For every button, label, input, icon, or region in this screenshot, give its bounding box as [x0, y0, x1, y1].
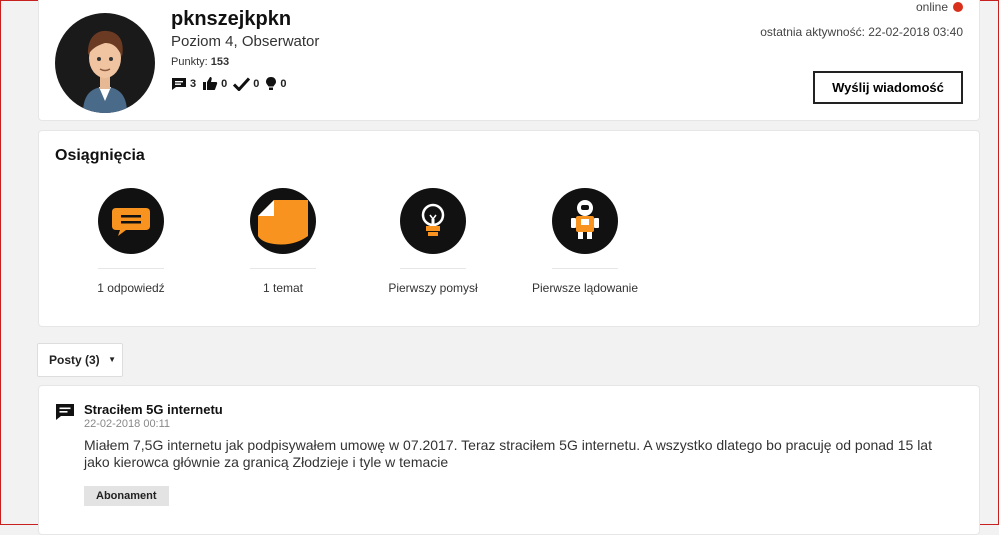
achievement-item[interactable]: Pierwszy pomysł — [353, 188, 513, 295]
post-tag[interactable]: Abonament — [84, 486, 169, 506]
speech-bubble-icon — [98, 188, 164, 254]
achievement-label: Pierwsze lądowanie — [531, 281, 639, 295]
stat-replies-count: 3 — [190, 77, 197, 90]
achievement-divider — [98, 268, 164, 269]
status-dot-icon — [953, 2, 963, 12]
comment-icon — [172, 77, 186, 90]
posts-filter-label: Posty (3) — [49, 353, 100, 367]
stat-likes: 0 — [202, 76, 227, 91]
lightbulb-icon — [400, 188, 466, 254]
astronaut-icon — [552, 188, 618, 254]
post-date: 22-02-2018 00:11 — [84, 418, 171, 430]
achievements-card: Osiągnięcia 1 odpowiedź 1 temat Pierwszy… — [38, 130, 980, 327]
achievement-divider — [400, 268, 466, 269]
achievement-item[interactable]: 1 temat — [203, 188, 363, 295]
sticky-note-icon — [250, 188, 316, 254]
thumbs-up-icon — [203, 77, 218, 90]
achievement-label: Pierwszy pomysł — [388, 281, 478, 295]
stat-ideas: 0 — [265, 76, 287, 91]
stat-replies: 3 — [171, 77, 196, 91]
points-value: 153 — [210, 56, 230, 68]
post-card: Straciłem 5G internetu 22-02-2018 00:11 … — [38, 385, 980, 535]
online-status: online — [916, 0, 963, 14]
username: pknszejkpkn — [171, 8, 292, 30]
user-stats: 3 0 0 0 — [171, 76, 293, 91]
dropdown-caret-icon: ▼ — [108, 355, 116, 364]
profile-card: pknszejkpkn Poziom 4, Obserwator Punkty:… — [38, 0, 980, 121]
stat-solutions-count: 0 — [253, 77, 260, 90]
stat-likes-count: 0 — [221, 77, 228, 90]
achievement-label: 1 temat — [262, 281, 304, 295]
achievement-item[interactable]: 1 odpowiedź — [51, 188, 211, 295]
posts-filter-dropdown[interactable]: Posty (3) ▼ — [37, 343, 123, 377]
avatar-illustration — [83, 30, 127, 113]
post-title[interactable]: Straciłem 5G internetu — [84, 402, 223, 417]
send-message-button[interactable]: Wyślij wiadomość — [813, 71, 963, 104]
points-label: Punkty: — [171, 56, 208, 68]
lightbulb-small-icon — [266, 77, 277, 90]
last-activity: ostatnia aktywność: 22-02-2018 03:40 — [760, 25, 963, 39]
stat-ideas-count: 0 — [280, 77, 287, 90]
achievements-title: Osiągnięcia — [55, 147, 145, 164]
checkmark-icon — [233, 76, 251, 91]
online-label: online — [915, 0, 948, 14]
post-comment-icon — [56, 404, 74, 420]
achievement-divider — [552, 268, 618, 269]
avatar — [55, 13, 155, 113]
stat-solutions: 0 — [233, 76, 260, 91]
achievement-label: 1 odpowiedź — [97, 281, 165, 295]
post-body: Miałem 7,5G internetu jak podpisywałem u… — [84, 437, 932, 470]
points: Punkty: 153 — [171, 56, 229, 68]
achievement-divider — [250, 268, 316, 269]
user-level: Poziom 4, Obserwator — [171, 33, 320, 50]
achievement-item[interactable]: Pierwsze lądowanie — [505, 188, 665, 295]
